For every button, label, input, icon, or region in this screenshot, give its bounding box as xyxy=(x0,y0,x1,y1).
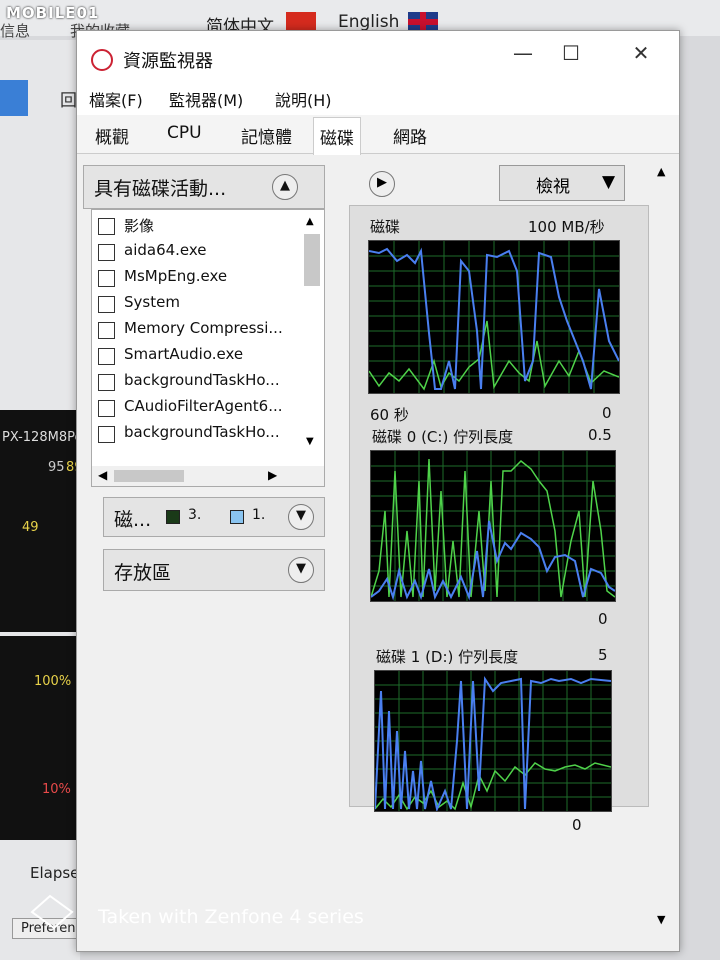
menu-file[interactable]: 檔案(F) xyxy=(89,87,143,111)
graph-c-queue-title: 磁碟 0 (C:) 佇列長度 xyxy=(372,428,514,446)
dropdown-arrow-icon: ▼ xyxy=(602,172,616,192)
view-dropdown[interactable]: 檢視 ▼ xyxy=(499,165,625,201)
legend-green-swatch xyxy=(166,510,180,524)
bg-stat-95: 95 xyxy=(48,460,65,475)
scroll-down-icon[interactable]: ▼ xyxy=(306,436,314,447)
menu-help[interactable]: 說明(H) xyxy=(275,87,332,111)
camera-caption: Taken with Zenfone 4 series xyxy=(98,906,364,928)
tab-network[interactable]: 網路 xyxy=(393,123,427,148)
bg-pct-10: 10% xyxy=(42,782,71,797)
graph-c-queue-max: 0.5 xyxy=(588,426,612,444)
scroll-up-icon[interactable]: ▲ xyxy=(657,165,665,178)
scroll-up-icon[interactable]: ▲ xyxy=(306,216,314,227)
process-checkbox[interactable] xyxy=(98,426,115,443)
hscroll-thumb[interactable] xyxy=(114,470,184,482)
camera-watermark: Taken with Zenfone 4 series xyxy=(22,888,382,938)
processes-section-header[interactable]: 具有磁碟活動... ▲ xyxy=(83,165,325,209)
window-title: 資源監視器 xyxy=(123,51,213,72)
process-name: backgroundTaskHo... xyxy=(124,371,280,389)
lang-en-link[interactable]: English xyxy=(338,12,399,32)
left-pane: 具有磁碟活動... ▲ 影像 aida64.exe MsMpEng.exe Sy… xyxy=(83,161,325,941)
disk-c-queue-graph xyxy=(370,450,616,602)
process-name: backgroundTaskHo... xyxy=(124,423,280,441)
process-list-vscroll[interactable]: ▲ ▼ xyxy=(302,216,322,450)
graph-disk-min: 0 xyxy=(602,404,612,422)
process-name: Memory Compressi... xyxy=(124,319,283,337)
background-tab-button[interactable] xyxy=(0,80,28,116)
legend-green-label: 3. xyxy=(188,507,202,523)
background-monitor-panel: PX-128M8Pe 95 89 49 xyxy=(0,410,88,632)
graph-c-queue-min: 0 xyxy=(598,610,608,628)
process-checkbox[interactable] xyxy=(98,374,115,391)
disk-section-header[interactable]: 磁... 3. 1. ▼ xyxy=(103,497,325,537)
process-list: 影像 aida64.exe MsMpEng.exe System Memory … xyxy=(91,209,325,487)
menu-bar: 檔案(F) 監視器(M) 說明(H) xyxy=(77,81,679,115)
process-checkbox[interactable] xyxy=(98,218,115,235)
process-name: MsMpEng.exe xyxy=(124,267,228,285)
bg-pct-100: 100% xyxy=(34,674,72,689)
process-name: CAudioFilterAgent6... xyxy=(124,397,283,415)
scroll-thumb[interactable] xyxy=(304,234,320,286)
close-button[interactable]: ✕ xyxy=(621,41,661,65)
tab-disk[interactable]: 磁碟 xyxy=(313,117,361,155)
bg-stat-49: 49 xyxy=(22,520,39,535)
minimize-button[interactable]: — xyxy=(503,41,543,65)
process-checkbox[interactable] xyxy=(98,244,115,261)
graph-toolbar: ▶ 檢視 ▼ xyxy=(349,161,649,205)
process-list-hscroll[interactable]: ◀ ▶ xyxy=(92,466,324,486)
maximize-button[interactable]: ☐ xyxy=(551,41,591,65)
graph-d-queue-max: 5 xyxy=(598,646,608,664)
process-checkbox[interactable] xyxy=(98,322,115,339)
storage-section-title: 存放區 xyxy=(114,562,172,584)
process-checkbox[interactable] xyxy=(98,296,115,313)
chevron-down-icon[interactable]: ▼ xyxy=(288,557,314,583)
disk-activity-graph xyxy=(368,240,620,394)
scroll-left-icon[interactable]: ◀ xyxy=(98,468,107,482)
tab-bar: 概觀 CPU 記憶體 磁碟 網路 xyxy=(77,115,679,155)
view-label: 檢視 xyxy=(536,177,570,197)
process-name: System xyxy=(124,293,180,311)
scroll-down-icon[interactable]: ▼ xyxy=(657,913,665,926)
graph-d-queue-min: 0 xyxy=(572,816,582,834)
legend-blue-swatch xyxy=(230,510,244,524)
title-bar[interactable]: 資源監視器 — ☐ ✕ xyxy=(77,31,679,81)
graph-disk-time: 60 秒 xyxy=(370,406,409,424)
disk-d-queue-graph xyxy=(374,670,612,812)
flag-uk-icon xyxy=(408,12,438,32)
process-checkbox[interactable] xyxy=(98,348,115,365)
disk-section-title: 磁... xyxy=(114,509,152,531)
graph-disk-title: 磁碟 xyxy=(370,218,401,236)
menu-monitor[interactable]: 監視器(M) xyxy=(169,87,243,111)
chevron-up-icon[interactable]: ▲ xyxy=(272,174,298,200)
tab-overview[interactable]: 概觀 xyxy=(95,123,129,148)
process-name: SmartAudio.exe xyxy=(124,345,244,363)
watermark-logo: MOBILE01 xyxy=(6,4,100,22)
legend-blue-label: 1. xyxy=(252,507,266,523)
right-pane-vscroll[interactable]: ▲ ▼ xyxy=(653,161,673,941)
resource-monitor-icon xyxy=(91,49,113,71)
right-pane: ▶ 檢視 ▼ 磁碟 100 MB/秒 60 秒 0 磁碟 0 (C:) 佇列長度… xyxy=(349,161,673,941)
process-checkbox[interactable] xyxy=(98,400,115,417)
process-checkbox[interactable] xyxy=(98,270,115,287)
chevron-right-icon[interactable]: ▶ xyxy=(369,171,395,197)
processes-section-title: 具有磁碟活動... xyxy=(94,178,227,200)
graph-d-queue-title: 磁碟 1 (D:) 佇列長度 xyxy=(376,648,519,666)
bg-device-label: PX-128M8Pe xyxy=(2,430,83,445)
graph-area: 磁碟 100 MB/秒 60 秒 0 磁碟 0 (C:) 佇列長度 0.5 0 … xyxy=(349,205,649,834)
tab-memory[interactable]: 記憶體 xyxy=(241,123,292,148)
storage-section-header[interactable]: 存放區 ▼ xyxy=(103,549,325,591)
tab-cpu[interactable]: CPU xyxy=(167,123,202,143)
graph-disk-max: 100 MB/秒 xyxy=(528,218,605,236)
flag-cn-icon xyxy=(286,12,316,32)
camera-logo-icon xyxy=(30,894,74,930)
process-name: 影像 xyxy=(124,217,155,235)
bg-tab-label: 回 xyxy=(60,91,77,111)
chevron-down-icon[interactable]: ▼ xyxy=(288,504,314,530)
resource-monitor-window: 資源監視器 — ☐ ✕ 檔案(F) 監視器(M) 說明(H) 概觀 CPU 記憶… xyxy=(76,30,680,952)
scroll-right-icon[interactable]: ▶ xyxy=(268,468,277,482)
process-name: aida64.exe xyxy=(124,241,207,259)
bg-crumb-left: 信息 xyxy=(0,22,31,40)
